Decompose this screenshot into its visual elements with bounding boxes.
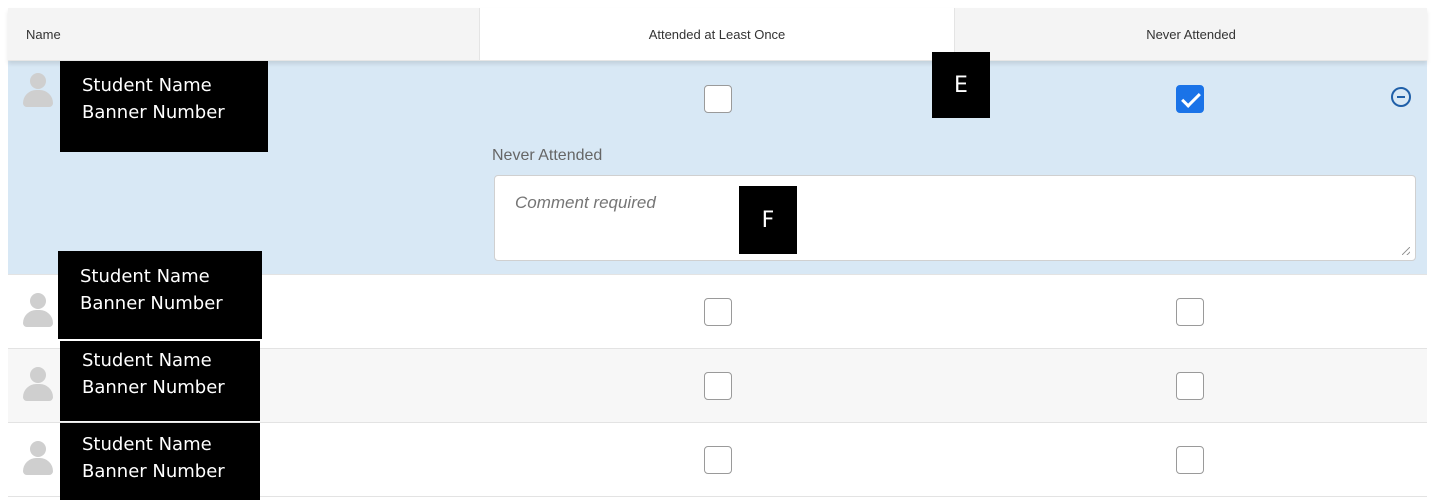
attendance-table: Name Attended at Least Once Never Attend…	[8, 8, 1427, 500]
banner-number: Banner Number	[82, 461, 225, 482]
attended-checkbox[interactable]	[704, 446, 732, 474]
user-avatar-icon	[20, 439, 56, 479]
comment-field[interactable]	[494, 175, 1416, 261]
annotation-marker-e: E	[932, 52, 990, 118]
user-avatar-icon	[20, 365, 56, 405]
banner-number: Banner Number	[82, 377, 225, 398]
table-row: Student Name Banner Number	[8, 341, 1427, 423]
never-attended-checkbox[interactable]	[1176, 446, 1204, 474]
minus-circle-icon[interactable]	[1391, 87, 1411, 107]
user-avatar-icon	[20, 71, 56, 111]
never-attended-checkbox[interactable]	[1176, 85, 1204, 113]
banner-number: Banner Number	[82, 102, 225, 123]
student-name: Student Name	[82, 350, 212, 371]
annotation-marker-f: F	[739, 186, 797, 254]
resize-handle-icon[interactable]	[1402, 247, 1410, 255]
column-header-name[interactable]: Name	[8, 8, 480, 60]
attended-checkbox[interactable]	[704, 298, 732, 326]
banner-number: Banner Number	[80, 293, 223, 314]
attendance-page: Name Attended at Least Once Never Attend…	[0, 0, 1435, 500]
comment-label: Never Attended	[492, 147, 603, 164]
student-identity-redacted: Student Name Banner Number	[60, 423, 260, 500]
table-header: Name Attended at Least Once Never Attend…	[8, 8, 1427, 61]
student-identity-redacted: Student Name Banner Number	[60, 341, 260, 421]
never-attended-checkbox[interactable]	[1176, 298, 1204, 326]
user-avatar-icon	[20, 291, 56, 331]
never-attended-checkbox[interactable]	[1176, 372, 1204, 400]
student-name: Student Name	[82, 75, 212, 96]
table-row: Student Name Banner Number	[8, 251, 1427, 349]
column-header-never-attended[interactable]: Never Attended	[955, 8, 1427, 60]
student-name: Student Name	[80, 266, 210, 287]
column-header-attended[interactable]: Attended at Least Once	[480, 8, 955, 60]
attended-checkbox[interactable]	[704, 85, 732, 113]
student-name: Student Name	[82, 434, 212, 455]
attended-checkbox[interactable]	[704, 372, 732, 400]
student-identity-redacted: Student Name Banner Number	[60, 60, 268, 152]
table-row: Student Name Banner Number Never Attende…	[8, 60, 1427, 275]
table-row: Student Name Banner Number	[8, 423, 1427, 500]
student-identity-redacted: Student Name Banner Number	[58, 251, 262, 339]
